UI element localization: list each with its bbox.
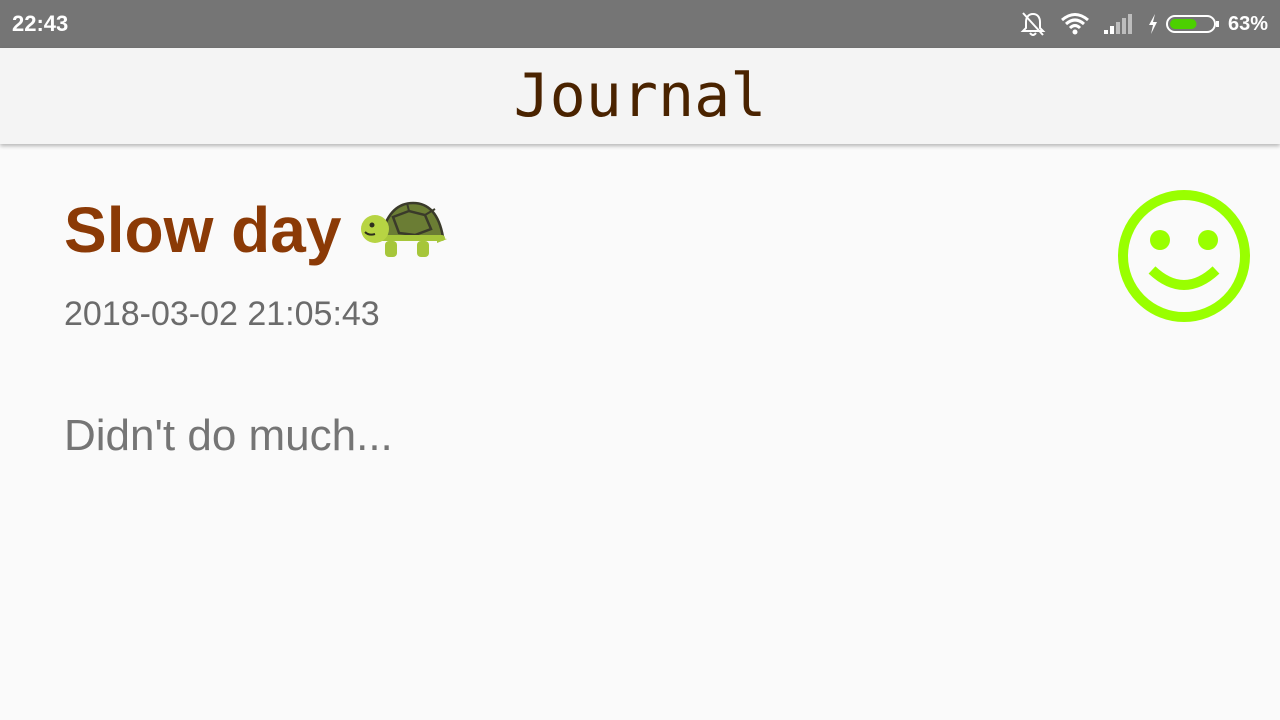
battery-icon	[1165, 15, 1219, 33]
app-title: Journal	[513, 61, 767, 131]
journal-entry[interactable]: Slow day 2018-03-02 21:05:43 Didn't do m…	[64, 186, 1280, 460]
entry-date: 2018-03-02 21:05:43	[64, 295, 380, 333]
entry-title-row: Slow day	[64, 186, 1280, 274]
charging-icon	[1148, 14, 1157, 34]
smiley-face-icon[interactable]	[1116, 188, 1252, 324]
entry-body: Didn't do much...	[64, 411, 393, 460]
status-icons: 63%	[1020, 10, 1268, 38]
turtle-icon	[361, 201, 448, 257]
status-bar: 22:43 63%	[0, 0, 1280, 48]
entry-title: Slow day	[64, 194, 342, 266]
signal-icon	[1103, 14, 1132, 34]
notifications-off-icon	[1020, 12, 1046, 36]
status-time: 22:43	[12, 11, 69, 36]
wifi-icon	[1061, 13, 1089, 35]
app-bar: Journal	[0, 48, 1280, 144]
battery-percent: 63%	[1227, 13, 1268, 35]
